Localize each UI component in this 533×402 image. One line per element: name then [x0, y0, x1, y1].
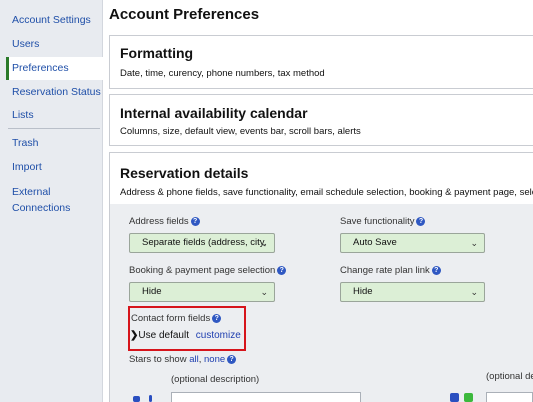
sidebar-item-import[interactable]: Import	[12, 160, 42, 175]
help-icon[interactable]: ?	[431, 265, 441, 275]
customize-link[interactable]: customize	[196, 330, 241, 341]
help-icon[interactable]: ?	[212, 313, 222, 323]
section-description: Date, time, curency, phone numbers, tax …	[120, 68, 325, 79]
optional-description-label-2: (optional de	[486, 371, 533, 382]
sidebar: Account Settings Users Preferences Reser…	[0, 0, 103, 402]
help-icon[interactable]: ?	[227, 354, 237, 364]
sidebar-item-users[interactable]: Users	[12, 37, 39, 52]
use-default-text: Use default	[138, 330, 189, 341]
help-icon[interactable]: ?	[277, 265, 287, 275]
sidebar-item-trash[interactable]: Trash	[12, 136, 38, 151]
optional-description-label: (optional description)	[171, 374, 260, 385]
add-icon[interactable]	[464, 393, 473, 402]
sidebar-item-lists[interactable]: Lists	[12, 108, 34, 123]
change-rate-plan-label: Change rate plan link?	[340, 265, 441, 276]
chevron-down-icon: ⌄	[470, 287, 478, 297]
help-icon[interactable]: ?	[190, 216, 200, 226]
section-description: Address & phone fields, save functionali…	[120, 187, 533, 198]
sidebar-item-account-settings[interactable]: Account Settings	[12, 13, 91, 28]
change-rate-plan-select[interactable]: Hide ⌄	[340, 282, 485, 302]
stars-to-show-label: Stars to show all, none?	[129, 354, 237, 365]
contact-form-fields-label: Contact form fields?	[131, 313, 222, 324]
section-formatting[interactable]: Formatting Date, time, curency, phone nu…	[109, 35, 533, 89]
stars-all-link[interactable]: all	[189, 354, 199, 365]
sidebar-item-reservation-status[interactable]: Reservation Status	[12, 85, 101, 100]
chevron-down-icon: ⌄	[260, 287, 268, 297]
section-description: Columns, size, default view, events bar,…	[120, 126, 361, 137]
save-functionality-select[interactable]: Auto Save ⌄	[340, 233, 485, 253]
checkbox[interactable]	[450, 393, 459, 402]
star-icon	[133, 396, 140, 402]
chevron-down-icon: ⌄	[470, 238, 478, 248]
sidebar-item-external-connections[interactable]: External Connections	[12, 184, 82, 216]
help-icon[interactable]: ?	[416, 216, 426, 226]
booking-payment-select[interactable]: Hide ⌄	[129, 282, 275, 302]
contact-form-fields-row: ❯Use default customize	[130, 330, 241, 341]
main-content: Account Preferences Formatting Date, tim…	[103, 0, 533, 402]
address-fields-label: Address fields?	[129, 216, 200, 227]
sidebar-divider	[8, 128, 100, 129]
sidebar-item-preferences[interactable]: Preferences	[6, 57, 103, 80]
booking-payment-label: Booking & payment page selection?	[129, 265, 287, 276]
stars-none-link[interactable]: none	[204, 354, 225, 365]
section-reservation-details[interactable]: Reservation details Address & phone fiel…	[109, 152, 533, 206]
section-title: Formatting	[120, 45, 194, 61]
star-icon	[149, 395, 152, 402]
save-functionality-label: Save functionality?	[340, 216, 426, 227]
address-fields-select[interactable]: Separate fields (address, city, ⌄	[129, 233, 275, 253]
section-internal-availability-calendar[interactable]: Internal availability calendar Columns, …	[109, 94, 533, 146]
chevron-down-icon: ⌄	[260, 238, 268, 248]
section-title: Internal availability calendar	[120, 105, 308, 121]
optional-description-input[interactable]	[171, 392, 361, 402]
section-title: Reservation details	[120, 165, 249, 181]
page-title: Account Preferences	[109, 6, 260, 23]
optional-description-input-2[interactable]	[486, 392, 533, 402]
